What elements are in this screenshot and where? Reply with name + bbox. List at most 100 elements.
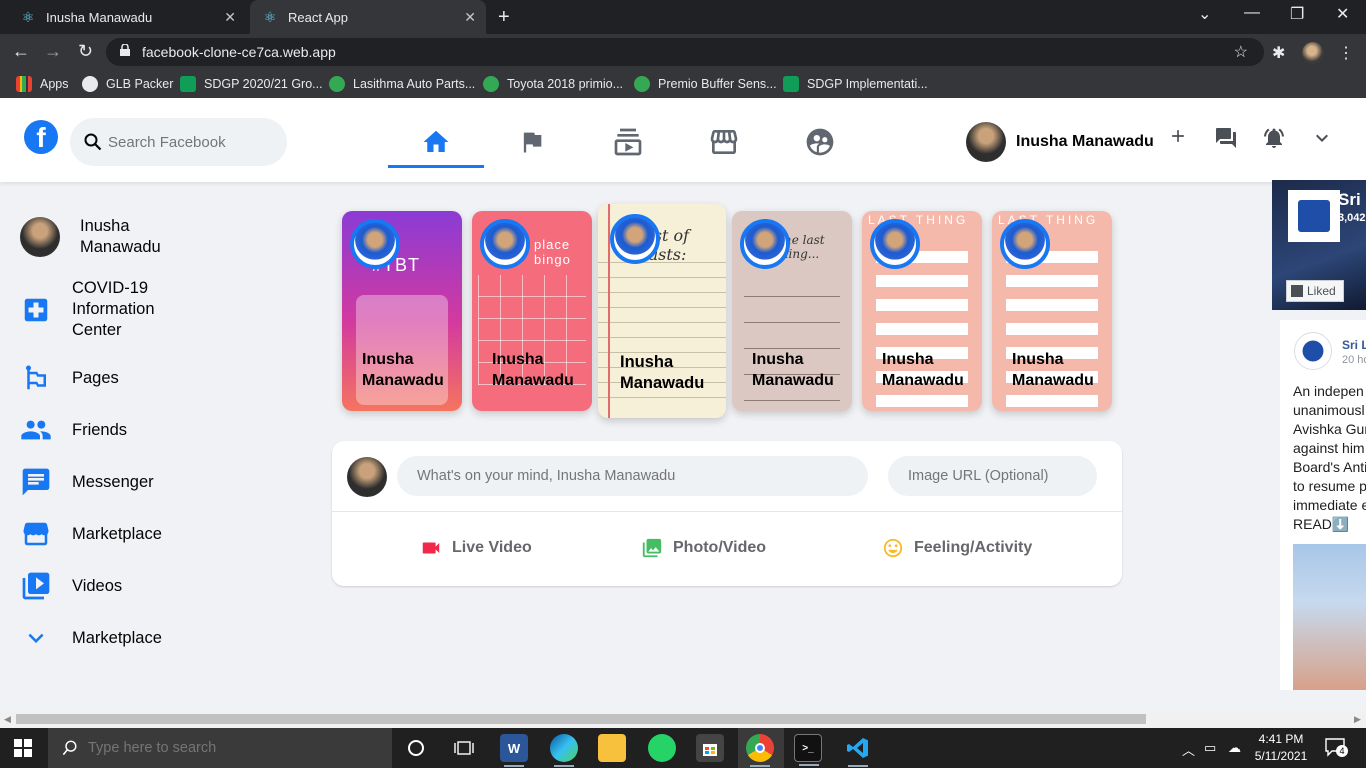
forum-icon[interactable] [1214, 126, 1238, 150]
nav-groups[interactable] [772, 118, 868, 166]
story-card[interactable]: List of Lasts: Inusha Manawadu [598, 204, 726, 418]
bookmark-apps[interactable]: Apps [16, 76, 69, 92]
clock-date: 5/11/2021 [1254, 749, 1308, 763]
terminal-icon[interactable]: >_ [794, 734, 822, 766]
sidebar-item-messenger[interactable]: Messenger [20, 466, 300, 498]
store-icon[interactable] [696, 734, 724, 762]
browser-tab[interactable]: ⚛ Inusha Manawadu ✕ [8, 0, 246, 34]
bookmark-item[interactable]: Lasithma Auto Parts... [329, 76, 475, 92]
back-icon[interactable]: ← [12, 41, 30, 62]
onedrive-icon[interactable]: ☁ [1228, 740, 1241, 756]
bookmark-item[interactable]: Premio Buffer Sens... [634, 76, 777, 92]
sidebar-item-pages[interactable]: Pages [20, 362, 300, 394]
new-tab-icon[interactable]: + [498, 6, 510, 29]
restore-icon[interactable]: ❐ [1290, 4, 1304, 24]
photo-video-button[interactable]: Photo/Video [641, 537, 766, 559]
sidebar-item-videos[interactable]: Videos [20, 570, 300, 602]
post-image[interactable] [1293, 544, 1366, 690]
sidebar-item-more[interactable]: Marketplace [20, 622, 300, 654]
scroll-left-icon[interactable]: ◀ [4, 714, 11, 725]
bookmark-item[interactable]: SDGP 2020/21 Gro... [180, 76, 323, 92]
sidebar-item-friends[interactable]: Friends [20, 414, 300, 446]
nav-home[interactable] [388, 118, 484, 168]
chrome-icon[interactable] [746, 734, 774, 767]
story-card[interactable]: #TBT Inusha Manawadu [342, 211, 462, 411]
vscode-icon[interactable] [844, 734, 872, 767]
notifications-active-icon[interactable] [1262, 126, 1286, 150]
story-card[interactable]: LAST THING Inusha Manawadu [992, 211, 1112, 411]
sidebar-item-profile[interactable]: Inusha Manawadu [20, 216, 300, 258]
post-time[interactable]: 20 ho [1342, 354, 1366, 366]
chrome-menu-icon[interactable]: ⋮ [1338, 43, 1354, 63]
taskbar-search[interactable] [48, 728, 392, 768]
chevron-up-icon[interactable]: ︿ [1182, 740, 1195, 759]
image-url-input[interactable] [888, 456, 1097, 496]
sidebar-item-label: Videos [72, 576, 123, 595]
task-view-icon[interactable] [450, 734, 478, 762]
search-box[interactable] [70, 118, 287, 166]
nav-marketplace[interactable] [676, 118, 772, 166]
bookmark-item[interactable]: Toyota 2018 primio... [483, 76, 623, 92]
close-tab-icon[interactable]: ✕ [224, 9, 236, 26]
photo-library-icon [641, 537, 663, 559]
chrome-profile-avatar[interactable] [1302, 42, 1324, 64]
post-text: An indepen unanimousl Avishka Gun agains… [1293, 383, 1366, 532]
scrollbar-thumb[interactable] [16, 714, 1146, 724]
avatar[interactable] [1294, 332, 1332, 370]
notification-center-icon[interactable]: 4 [1324, 737, 1348, 759]
bookmark-item[interactable]: SDGP Implementati... [783, 76, 928, 92]
sidebar-item-covid[interactable]: COVID-19 Information Center [20, 278, 300, 341]
add-icon[interactable] [1168, 126, 1188, 146]
cortana-icon[interactable] [402, 734, 430, 762]
edge-icon[interactable] [550, 734, 578, 767]
forward-icon[interactable]: → [44, 41, 62, 62]
chat-icon [20, 466, 52, 498]
nav-pages[interactable] [484, 118, 580, 166]
file-explorer-icon[interactable] [598, 734, 626, 762]
live-video-button[interactable]: Live Video [420, 537, 532, 559]
feeling-activity-button[interactable]: Feeling/Activity [882, 537, 1032, 559]
taskbar-search-input[interactable] [88, 740, 388, 756]
people-icon [20, 414, 52, 446]
expand-more-icon[interactable] [1310, 126, 1334, 150]
reload-icon[interactable]: ↻ [78, 41, 93, 62]
close-window-icon[interactable]: ✕ [1336, 4, 1349, 24]
whatsapp-icon [634, 76, 650, 92]
close-tab-icon[interactable]: ✕ [464, 9, 476, 26]
liked-button[interactable]: Liked [1286, 280, 1344, 302]
videocam-icon [420, 537, 442, 559]
post-author[interactable]: Sri L [1342, 338, 1366, 352]
nav-watch[interactable] [580, 118, 676, 166]
option-label: Live Video [452, 539, 532, 556]
avatar[interactable] [966, 122, 1006, 162]
minimize-icon[interactable]: — [1244, 4, 1260, 22]
bookmark-star-icon[interactable]: ☆ [1234, 42, 1248, 62]
battery-icon[interactable]: ▭ [1204, 740, 1216, 756]
facebook-logo-icon[interactable]: f [24, 120, 58, 154]
omnibox[interactable]: facebook-clone-ce7ca.web.app ☆ [106, 38, 1264, 66]
taskbar-clock[interactable]: 4:41 PM 5/11/2021 [1254, 731, 1308, 765]
insert-emoticon-icon [882, 537, 904, 559]
post-input[interactable] [397, 456, 868, 496]
page-plugin-widget: Sri 3,042 Liked Sri L 20 ho An indepen u… [1272, 180, 1366, 690]
tab-search-icon[interactable]: ⌄ [1198, 4, 1211, 24]
browser-tab-active[interactable]: ⚛ React App ✕ [250, 0, 486, 34]
whatsapp-icon[interactable] [648, 734, 676, 762]
avatar[interactable] [347, 457, 387, 497]
header-user[interactable]: Inusha Manawadu [966, 122, 1154, 162]
story-card[interactable]: place bingo Inusha Manawadu [472, 211, 592, 411]
search-input[interactable] [108, 133, 268, 151]
story-card[interactable]: LAST THING Inusha Manawadu [862, 211, 982, 411]
message-sender: Live Video Photo/Video Feeling/Activity [332, 441, 1122, 586]
scroll-right-icon[interactable]: ▶ [1354, 714, 1361, 725]
bookmark-item[interactable]: GLB Packer [82, 76, 173, 92]
sidebar-item-marketplace[interactable]: Marketplace [20, 518, 300, 550]
page-cover[interactable]: Sri 3,042 Liked [1272, 180, 1366, 310]
url-text: facebook-clone-ce7ca.web.app [142, 44, 336, 60]
option-label: Feeling/Activity [914, 539, 1033, 556]
horizontal-scrollbar[interactable]: ◀ ▶ [0, 711, 1366, 727]
word-icon[interactable]: W [500, 734, 528, 767]
story-card[interactable]: The last thing... Inusha Manawadu [732, 211, 852, 411]
windows-start-icon[interactable] [14, 739, 32, 757]
extensions-icon[interactable]: ✱ [1272, 43, 1285, 63]
